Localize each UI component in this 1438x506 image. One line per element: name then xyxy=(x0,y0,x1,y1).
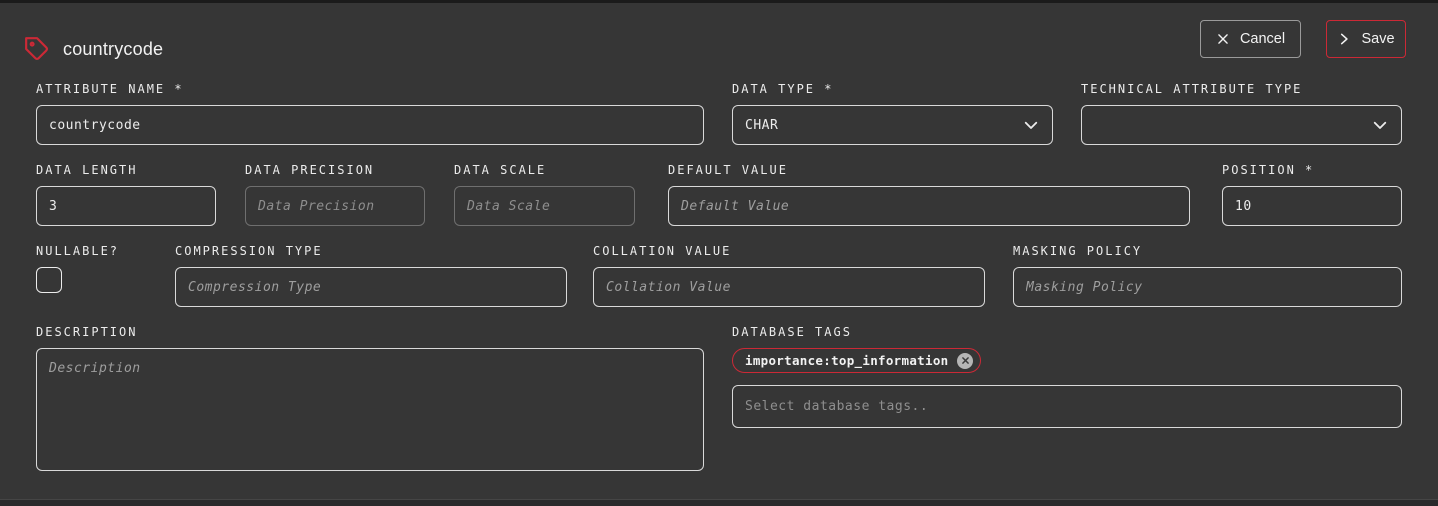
data-length-input[interactable] xyxy=(36,186,216,226)
technical-attribute-type-field: TECHNICAL ATTRIBUTE TYPE xyxy=(1081,82,1402,145)
save-button[interactable]: Save xyxy=(1326,20,1406,58)
description-field: DESCRIPTION xyxy=(36,325,704,475)
header: countrycode xyxy=(24,34,163,64)
data-length-label: DATA LENGTH xyxy=(36,163,216,177)
attribute-name-field: ATTRIBUTE NAME * xyxy=(36,82,704,145)
description-textarea[interactable] xyxy=(36,348,704,471)
data-precision-field: DATA PRECISION xyxy=(245,163,425,226)
technical-attribute-type-label: TECHNICAL ATTRIBUTE TYPE xyxy=(1081,82,1402,96)
position-input[interactable] xyxy=(1222,186,1402,226)
data-type-select[interactable]: CHAR xyxy=(732,105,1053,145)
top-border-strip xyxy=(0,0,1438,3)
collation-value-input[interactable] xyxy=(593,267,985,307)
collation-value-field: COLLATION VALUE xyxy=(593,244,985,307)
default-value-label: DEFAULT VALUE xyxy=(668,163,1190,177)
masking-policy-input[interactable] xyxy=(1013,267,1402,307)
chevron-down-icon xyxy=(1022,116,1040,134)
description-label: DESCRIPTION xyxy=(36,325,704,339)
compression-type-field: COMPRESSION TYPE xyxy=(175,244,567,307)
compression-type-label: COMPRESSION TYPE xyxy=(175,244,567,258)
close-icon xyxy=(1216,32,1230,46)
data-precision-input xyxy=(245,186,425,226)
default-value-input[interactable] xyxy=(668,186,1190,226)
remove-tag-icon[interactable] xyxy=(957,353,973,369)
database-tags-input[interactable] xyxy=(732,385,1402,428)
nullable-field: NULLABLE? xyxy=(36,244,156,293)
data-scale-label: DATA SCALE xyxy=(454,163,635,177)
save-button-label: Save xyxy=(1361,31,1394,47)
data-type-selected-value: CHAR xyxy=(745,118,778,133)
compression-type-input[interactable] xyxy=(175,267,567,307)
page-title: countrycode xyxy=(63,39,163,60)
data-scale-field: DATA SCALE xyxy=(454,163,635,226)
cancel-button-label: Cancel xyxy=(1240,31,1285,47)
database-tag-chip: importance:top_information xyxy=(732,348,981,373)
data-scale-input xyxy=(454,186,635,226)
data-type-label: DATA TYPE * xyxy=(732,82,1053,96)
position-field: POSITION * xyxy=(1222,163,1402,226)
masking-policy-field: MASKING POLICY xyxy=(1013,244,1402,307)
nullable-label: NULLABLE? xyxy=(36,244,156,258)
attribute-name-label: ATTRIBUTE NAME * xyxy=(36,82,704,96)
default-value-field: DEFAULT VALUE xyxy=(668,163,1190,226)
data-length-field: DATA LENGTH xyxy=(36,163,216,226)
position-label: POSITION * xyxy=(1222,163,1402,177)
cancel-button[interactable]: Cancel xyxy=(1200,20,1301,58)
tag-icon xyxy=(24,36,50,62)
technical-attribute-type-select[interactable] xyxy=(1081,105,1402,145)
data-precision-label: DATA PRECISION xyxy=(245,163,425,177)
database-tag-chip-label: importance:top_information xyxy=(745,353,948,368)
header-buttons: Cancel Save xyxy=(1200,20,1406,58)
attribute-name-input[interactable] xyxy=(36,105,704,145)
database-tags-field: DATABASE TAGS importance:top_information xyxy=(732,325,1402,428)
masking-policy-label: MASKING POLICY xyxy=(1013,244,1402,258)
chevron-down-icon xyxy=(1371,116,1389,134)
nullable-checkbox[interactable] xyxy=(36,267,62,293)
database-tags-label: DATABASE TAGS xyxy=(732,325,1402,339)
data-type-field: DATA TYPE * CHAR xyxy=(732,82,1053,145)
collation-value-label: COLLATION VALUE xyxy=(593,244,985,258)
bottom-border-strip xyxy=(0,499,1438,506)
chevron-right-icon xyxy=(1337,32,1351,46)
